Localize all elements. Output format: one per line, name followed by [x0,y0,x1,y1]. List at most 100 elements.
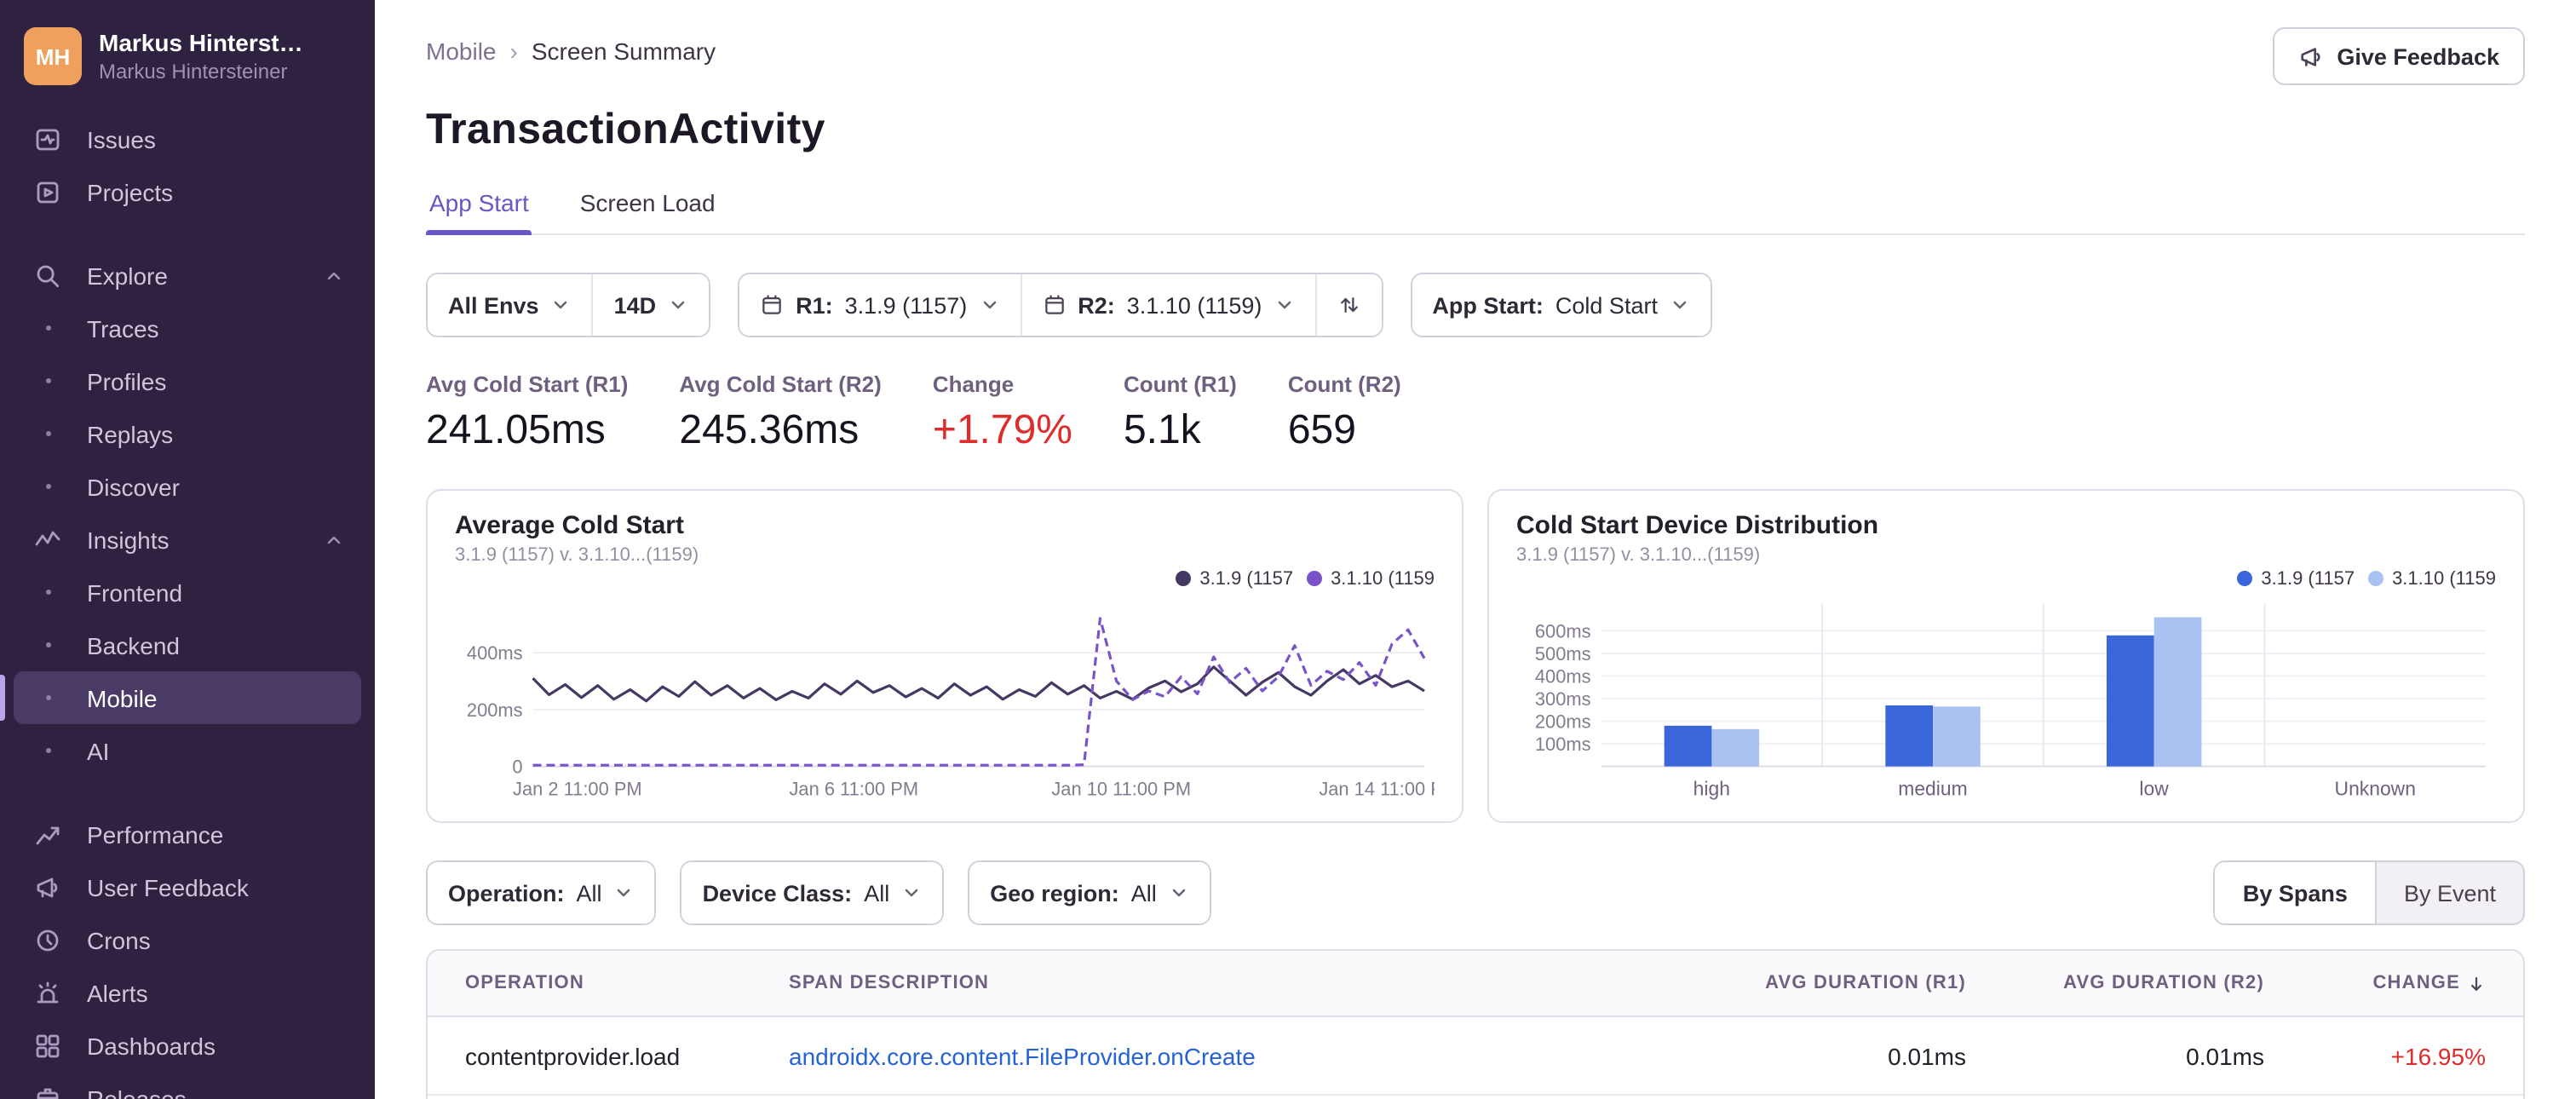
app-start-type-button[interactable]: App Start: Cold Start [1412,274,1711,336]
sidebar-item-ai[interactable]: AI [14,724,361,777]
sidebar-item-label: Traces [87,314,159,342]
sidebar-item-profiles[interactable]: Profiles [14,354,361,407]
release-r1-button[interactable]: R1: 3.1.9 (1157) [739,274,1021,336]
sidebar-item-label: AI [87,737,110,764]
give-feedback-button[interactable]: Give Feedback [2272,27,2525,85]
svg-text:medium: medium [1898,777,1967,799]
avatar: MH [24,27,82,85]
device-class-filter-button[interactable]: Device Class: All [681,862,943,924]
swap-releases-button[interactable] [1314,274,1382,336]
change-header-label: CHANGE [2372,973,2460,993]
user-menu[interactable]: MH Markus Hinterst… Markus Hintersteiner [0,20,375,106]
insights-icon [31,526,65,553]
column-header-span-description[interactable]: SPAN DESCRIPTION [789,973,1651,993]
operation-filter: Operation: All [426,860,657,925]
swap-arrows-icon [1340,296,1358,314]
stat-value: 245.36ms [679,407,860,453]
operation-value: All [576,880,602,906]
sidebar-item-explore[interactable]: Explore [14,249,361,302]
sidebar-item-alerts[interactable]: Alerts [14,966,361,1019]
sidebar-item-backend[interactable]: Backend [14,619,361,671]
env-period-group: All Envs 14D [426,273,711,337]
stat-avg-cold-start-r1: Avg Cold Start (R1) 241.05ms [426,371,628,455]
bullet-icon [31,431,65,436]
sidebar-item-frontend[interactable]: Frontend [14,566,361,619]
megaphone-icon [2300,47,2320,66]
sidebar-item-releases[interactable]: Releases [14,1072,361,1099]
app-root: MH Markus Hinterst… Markus Hintersteiner… [0,0,2576,1099]
stat-value: 241.05ms [426,407,606,453]
sidebar-item-insights[interactable]: Insights [14,513,361,566]
clock-icon [31,926,65,953]
sidebar-item-issues[interactable]: Issues [14,112,361,165]
chevron-up-icon[interactable] [324,265,344,285]
chart-title: Cold Start Device Distribution [1516,511,1879,540]
sidebar-item-performance[interactable]: Performance [14,808,361,860]
legend-dot [1307,571,1323,586]
toggle-by-spans[interactable]: By Spans [2215,862,2377,924]
breadcrumb: Mobile › Screen Summary [426,27,716,65]
breadcrumb-mobile[interactable]: Mobile [426,37,497,65]
column-header-avg-duration-r1[interactable]: AVG DURATION (R1) [1651,973,1966,993]
legend-dot [1176,571,1192,586]
dashboards-icon [31,1032,65,1059]
release-r2-button[interactable]: R2: 3.1.10 (1159) [1020,274,1315,336]
performance-icon [31,820,65,848]
legend-label: 3.1.10 (1159 [2392,568,2496,589]
app-start-prefix: App Start: [1432,292,1544,318]
device-class-value: All [864,880,890,906]
bar-chart[interactable]: 600ms500ms400ms300ms200ms100ms high medium… [1516,590,2496,814]
svg-text:Jan 14 11:00 PM: Jan 14 11:00 PM [1319,778,1435,799]
top-bar: Mobile › Screen Summary Give Feedback [426,0,2525,85]
release-icon [1044,295,1064,314]
sidebar-item-label: Crons [87,926,151,953]
sidebar-item-user-feedback[interactable]: User Feedback [14,860,361,913]
operation-filter-button[interactable]: Operation: All [428,862,655,924]
stat-value: 5.1k [1123,407,1201,453]
sidebar-item-label: Dashboards [87,1032,216,1059]
summary-stats: Avg Cold Start (R1) 241.05ms Avg Cold St… [426,371,2525,455]
sidebar-item-crons[interactable]: Crons [14,913,361,966]
sidebar-item-dashboards[interactable]: Dashboards [14,1019,361,1072]
environment-filter-button[interactable]: All Envs [428,274,592,336]
toggle-by-event[interactable]: By Event [2377,862,2523,924]
sidebar-item-mobile[interactable]: Mobile [0,671,361,724]
bullet-icon [31,642,65,647]
cell-span-description-link[interactable]: androidx.core.content.FileProvider.onCre… [789,1042,1651,1069]
sidebar-item-replays[interactable]: Replays [14,407,361,460]
bullet-icon [31,748,65,753]
release-compare-group: R1: 3.1.9 (1157) R2: 3.1.10 (1159) [738,273,1383,337]
svg-text:600ms: 600ms [1535,620,1591,642]
release-icon [762,295,781,314]
spans-table: OPERATION SPAN DESCRIPTION AVG DURATION … [426,949,2525,1099]
tab-app-start[interactable]: App Start [426,189,533,235]
line-chart[interactable]: 0 200ms 400ms Jan 2 11:00 PM Jan 6 11:00 PM J… [455,590,1435,814]
column-header-avg-duration-r2[interactable]: AVG DURATION (R2) [1966,973,2264,993]
cell-avg-duration-r2: 0.01ms [2186,1042,2264,1069]
geo-region-filter-button[interactable]: Geo region: All [969,862,1210,924]
app-start-group: App Start: Cold Start [1410,273,1712,337]
column-header-change[interactable]: CHANGE [2264,973,2486,993]
release-r2-value: 3.1.10 (1159) [1126,292,1262,318]
geo-region-prefix: Geo region: [990,880,1119,906]
tab-screen-load[interactable]: Screen Load [577,189,719,233]
date-range-button[interactable]: 14D [591,274,710,336]
releases-icon [31,1085,65,1099]
chevron-up-icon[interactable] [324,529,344,550]
sidebar-item-traces[interactable]: Traces [14,302,361,354]
device-distribution-chart-panel: Cold Start Device Distribution 3.1.9 (11… [1487,489,2525,823]
svg-text:500ms: 500ms [1535,643,1591,665]
column-header-operation[interactable]: OPERATION [465,973,789,993]
legend-dot [2368,571,2384,586]
legend-label: 3.1.9 (1157 [1199,568,1294,589]
legend-item: 3.1.10 (1159 [1307,567,1435,590]
release-r1-prefix: R1: [796,292,833,318]
chart-subtitle: 3.1.9 (1157) v. 3.1.10...(1159) [455,545,699,566]
megaphone-icon [31,873,65,900]
sidebar-item-discover[interactable]: Discover [14,460,361,513]
table-row[interactable]: contentprovider.load androidx.core.conte… [428,1017,2523,1096]
bullet-icon [31,325,65,331]
sidebar-item-projects[interactable]: Projects [14,165,361,218]
search-icon [31,262,65,289]
